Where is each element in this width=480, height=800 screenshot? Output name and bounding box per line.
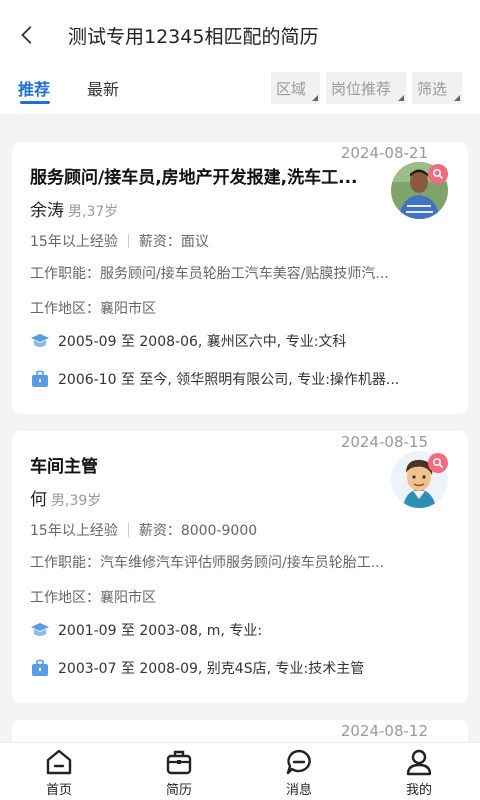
nav-home-label: 首页: [45, 783, 72, 798]
dropdown-corner-icon: [312, 95, 318, 101]
work-area: 工作地区：襄阳市区: [30, 590, 156, 606]
candidate-info: 何 男,39岁: [30, 485, 101, 510]
resume-date: 2024-08-15: [340, 433, 428, 451]
divider: [127, 523, 129, 537]
experience-salary-row: 15年以上经验 薪资：面议: [30, 231, 209, 251]
resume-card[interactable]: 2024-08-12: [12, 720, 468, 742]
candidate-name: 何: [30, 490, 47, 510]
page-title: 测试专用12345相匹配的简历: [68, 25, 319, 48]
experience: 15年以上经验: [30, 523, 118, 539]
tab-latest[interactable]: 最新: [87, 76, 119, 100]
back-button[interactable]: [0, 0, 56, 70]
candidate-gender-age: 男,37岁: [68, 204, 119, 220]
experience-salary-row: 15年以上经验 薪资：8000-9000: [30, 520, 257, 540]
view-resume-badge[interactable]: [428, 453, 448, 473]
filter-position-label: 岗位推荐: [331, 79, 392, 98]
experience: 15年以上经验: [30, 234, 118, 250]
back-arrow-icon: [21, 26, 32, 44]
view-resume-badge[interactable]: [428, 164, 448, 184]
search-icon: [432, 168, 444, 180]
education-text: 2005-09 至 2008-06, 襄州区六中, 专业:文科: [58, 334, 347, 350]
candidate-name: 余涛: [30, 201, 64, 221]
dropdown-corner-icon: [454, 95, 460, 101]
nav-profile-label: 我的: [405, 783, 432, 798]
nav-home[interactable]: 首页: [19, 743, 99, 800]
work-text: 2006-10 至 至今, 领华照明有限公司, 专业:操作机器...: [58, 372, 400, 388]
message-icon: [286, 749, 311, 775]
filter-more-label: 筛选: [417, 79, 448, 98]
top-bar: 测试专用12345相匹配的简历: [0, 0, 480, 70]
nav-resume-label: 简历: [165, 783, 192, 798]
bottom-nav: 首页 简历 消息 我的: [0, 742, 480, 800]
candidate-gender-age: 男,39岁: [51, 493, 102, 509]
job-functions: 工作职能：汽车维修汽车评估师服务顾问/接车员轮胎工...: [30, 555, 385, 571]
tab-recommend[interactable]: 推荐: [18, 76, 50, 100]
job-functions: 工作职能：服务顾问/接车员轮胎工汽车美容/贴膜技师汽...: [30, 266, 389, 282]
resume-list[interactable]: 2024-08-21 服务顾问/接车员,房地产开发报建,洗车工... 余涛 男,…: [0, 114, 480, 742]
briefcase-icon: [32, 370, 48, 387]
resume-icon: [166, 750, 192, 775]
work-entry: 2003-07 至 2008-09, 别克4S店, 专业:技术主管: [30, 658, 448, 678]
briefcase-icon: [32, 659, 48, 676]
work-entry: 2006-10 至 至今, 领华照明有限公司, 专业:操作机器...: [30, 369, 448, 389]
tab-bar: 推荐 最新 区域 岗位推荐 筛选: [0, 70, 480, 114]
salary: 薪资：8000-9000: [138, 523, 258, 539]
divider: [127, 234, 129, 248]
nav-profile[interactable]: 我的: [379, 743, 459, 800]
resume-job-title: 服务顾问/接车员,房地产开发报建,洗车工...: [30, 168, 358, 188]
filter-more[interactable]: 筛选: [412, 72, 462, 104]
graduation-cap-icon: [31, 334, 49, 347]
education-text: 2001-09 至 2003-08, m, 专业:: [58, 623, 263, 639]
resume-card[interactable]: 2024-08-15 车间主管 何 男,39岁 15年以上经验 薪资：8000-…: [12, 431, 468, 703]
resume-date: 2024-08-21: [340, 144, 428, 162]
education-entry: 2005-09 至 2008-06, 襄州区六中, 专业:文科: [30, 331, 448, 351]
resume-date: 2024-08-12: [340, 722, 428, 740]
candidate-info: 余涛 男,37岁: [30, 196, 118, 221]
graduation-cap-icon: [31, 623, 49, 636]
home-icon: [46, 749, 72, 775]
work-text: 2003-07 至 2008-09, 别克4S店, 专业:技术主管: [58, 661, 365, 677]
filter-position[interactable]: 岗位推荐: [326, 72, 406, 104]
resume-job-title: 车间主管: [30, 457, 98, 477]
salary: 薪资：面议: [138, 234, 209, 250]
education-entry: 2001-09 至 2003-08, m, 专业:: [30, 620, 448, 640]
dropdown-corner-icon: [398, 95, 404, 101]
resume-card[interactable]: 2024-08-21 服务顾问/接车员,房地产开发报建,洗车工... 余涛 男,…: [12, 142, 468, 414]
nav-resume[interactable]: 简历: [139, 743, 219, 800]
search-icon: [432, 457, 444, 469]
profile-icon: [406, 749, 432, 776]
work-area: 工作地区：襄阳市区: [30, 301, 156, 317]
filter-region-label: 区域: [276, 79, 307, 98]
filter-region[interactable]: 区域: [271, 72, 320, 104]
nav-messages-label: 消息: [285, 783, 312, 798]
nav-messages[interactable]: 消息: [259, 743, 339, 800]
active-tab-indicator: [20, 101, 50, 104]
